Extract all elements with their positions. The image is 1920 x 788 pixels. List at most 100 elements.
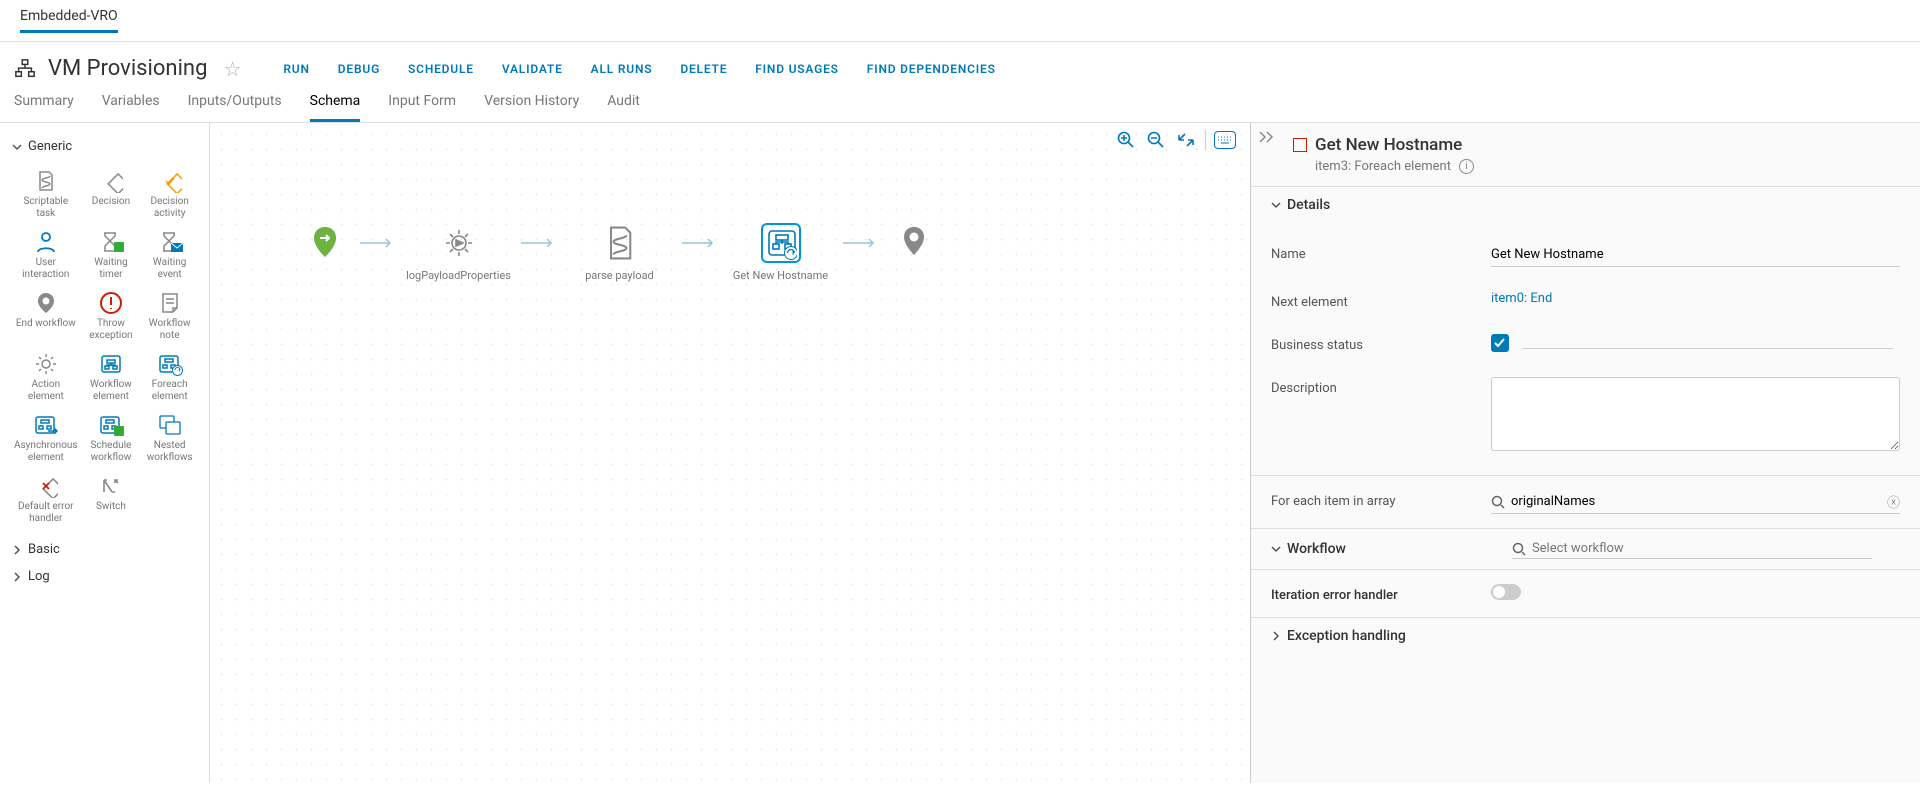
arrow-icon (682, 237, 718, 249)
palette-schedule-workflow[interactable]: Schedule workflow (84, 410, 139, 465)
label-business: Business status (1271, 334, 1491, 353)
node-parsepayload[interactable]: parse payload (567, 223, 672, 282)
iteration-error-toggle[interactable] (1491, 584, 1521, 600)
workflow-select-field[interactable] (1512, 539, 1872, 559)
foreach-array-field[interactable]: ⓧ (1491, 490, 1900, 514)
palette-section-generic[interactable]: Generic (12, 133, 197, 160)
schedule-action[interactable]: SCHEDULE (408, 62, 474, 76)
arrow-icon (521, 237, 557, 249)
description-input[interactable] (1491, 377, 1900, 451)
chevron-right-icon (12, 572, 22, 582)
palette-async-element[interactable]: Asynchronous element (12, 410, 80, 465)
palette-switch[interactable]: Switch (84, 471, 139, 526)
palette-user-interaction[interactable]: User interaction (12, 227, 80, 282)
palette-default-error-handler[interactable]: Default error handler (12, 471, 80, 526)
search-icon (1512, 542, 1526, 556)
palette-section-log[interactable]: Log (12, 563, 197, 590)
tab-schema[interactable]: Schema (310, 93, 361, 122)
validate-action[interactable]: VALIDATE (502, 62, 563, 76)
node-logpayload[interactable]: logPayloadProperties (406, 223, 511, 282)
palette-workflow-element[interactable]: Workflow element (84, 349, 139, 404)
details-subtitle: item3: Foreach element (1315, 159, 1451, 174)
label-foreach: For each item in array (1271, 490, 1491, 509)
delete-action[interactable]: DELETE (680, 62, 727, 76)
palette-action-element[interactable]: Action element (12, 349, 80, 404)
business-status-checkbox[interactable] (1491, 334, 1509, 352)
section-foreach: For each item in array ⓧ (1251, 475, 1920, 528)
tab-inputform[interactable]: Input Form (388, 93, 456, 122)
palette-nested-workflows[interactable]: Nested workflows (142, 410, 197, 465)
palette-scriptable-task[interactable]: Scriptable task (12, 166, 80, 221)
schema-canvas[interactable]: logPayloadProperties parse payload Get N… (210, 123, 1250, 783)
arrow-icon (843, 237, 879, 249)
action-bar: RUN DEBUG SCHEDULE VALIDATE ALL RUNS DEL… (283, 62, 995, 76)
details-title: Get New Hostname (1315, 135, 1462, 155)
label-name: Name (1271, 243, 1491, 262)
tab-variables[interactable]: Variables (102, 93, 160, 122)
node-getnewhostname[interactable]: Get New Hostname (728, 223, 833, 282)
palette-foreach-element[interactable]: Foreach element (142, 349, 197, 404)
zoom-out-icon[interactable] (1145, 129, 1167, 151)
foreach-element-icon (1293, 138, 1307, 152)
next-element-link[interactable]: item0: End (1491, 291, 1552, 306)
finddeps-action[interactable]: FIND DEPENDENCIES (867, 62, 996, 76)
palette-panel: Generic Scriptable task Decision Decisio… (0, 123, 210, 783)
palette-waiting-event[interactable]: Waiting event (142, 227, 197, 282)
tab-version[interactable]: Version History (484, 93, 579, 122)
workflow-flow: logPayloadProperties parse payload Get N… (300, 223, 939, 282)
palette-waiting-timer[interactable]: Waiting timer (84, 227, 139, 282)
label-description: Description (1271, 377, 1491, 396)
workflow-title: VM Provisioning (48, 56, 207, 81)
collapse-panel-icon[interactable] (1259, 131, 1275, 147)
run-action[interactable]: RUN (283, 62, 309, 76)
label-next: Next element (1271, 291, 1491, 310)
debug-action[interactable]: DEBUG (338, 62, 380, 76)
palette-section-label: Basic (28, 542, 60, 557)
palette-end-workflow[interactable]: End workflow (12, 288, 80, 343)
label-workflow: Workflow (1287, 541, 1346, 557)
section-details-header[interactable]: Details (1251, 187, 1920, 223)
section-exception: Exception handling (1251, 617, 1920, 654)
canvas-toolbar (1115, 129, 1236, 151)
node-end[interactable] (889, 223, 939, 263)
foreach-array-input[interactable] (1511, 494, 1881, 509)
canvas-grid (210, 123, 1250, 783)
palette-throw-exception[interactable]: Throw exception (84, 288, 139, 343)
section-exception-header[interactable]: Exception handling (1251, 618, 1920, 654)
chevron-down-icon (12, 142, 22, 152)
allruns-action[interactable]: ALL RUNS (591, 62, 653, 76)
toolbar-separator (1205, 130, 1206, 150)
favorite-star-icon[interactable]: ☆ (223, 57, 241, 81)
tab-audit[interactable]: Audit (607, 93, 640, 122)
workflow-header: VM Provisioning ☆ RUN DEBUG SCHEDULE VAL… (0, 42, 1920, 81)
tab-summary[interactable]: Summary (14, 93, 74, 122)
section-workflow: Workflow (1251, 528, 1920, 569)
workflow-icon (14, 58, 36, 80)
fit-screen-icon[interactable] (1175, 129, 1197, 151)
node-start[interactable] (300, 223, 350, 263)
subtabs: Summary Variables Inputs/Outputs Schema … (0, 81, 1920, 123)
findusages-action[interactable]: FIND USAGES (755, 62, 839, 76)
section-iteration-error: Iteration error handler (1251, 569, 1920, 617)
name-input[interactable] (1491, 243, 1900, 267)
chevron-down-icon (1271, 200, 1281, 210)
keyboard-icon[interactable] (1214, 129, 1236, 151)
palette-decision-activity[interactable]: Decision activity (142, 166, 197, 221)
embedded-vro-tab[interactable]: Embedded-VRO (20, 8, 118, 33)
top-bar: Embedded-VRO (0, 0, 1920, 42)
palette-section-basic[interactable]: Basic (12, 536, 197, 563)
palette-grid-generic: Scriptable task Decision Decision activi… (12, 166, 197, 526)
palette-decision[interactable]: Decision (84, 166, 139, 221)
palette-section-label: Generic (28, 139, 72, 154)
zoom-in-icon[interactable] (1115, 129, 1137, 151)
workflow-select-input[interactable] (1532, 541, 1872, 556)
business-status-input[interactable] (1522, 337, 1893, 349)
main-area: Generic Scriptable task Decision Decisio… (0, 123, 1920, 783)
label-iter-error: Iteration error handler (1271, 584, 1491, 603)
clear-icon[interactable]: ⓧ (1887, 492, 1900, 511)
palette-workflow-note[interactable]: Workflow note (142, 288, 197, 343)
section-details: Details Name Next element item0: End Bus… (1251, 186, 1920, 475)
info-icon[interactable]: i (1459, 159, 1474, 174)
tab-io[interactable]: Inputs/Outputs (188, 93, 282, 122)
palette-section-label: Log (28, 569, 50, 584)
